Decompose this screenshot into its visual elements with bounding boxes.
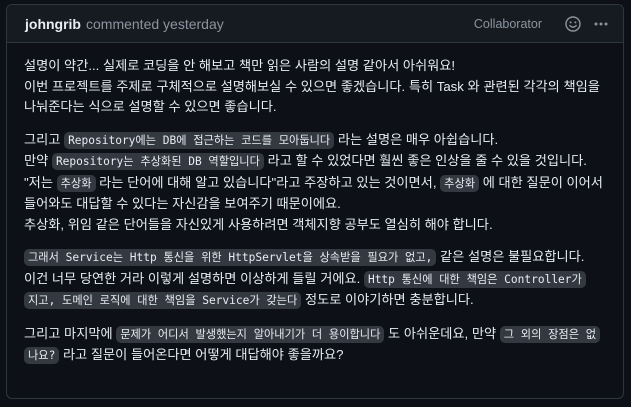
comment-body: 설명이 약간... 실제로 코딩을 안 해보고 책만 읽은 사람의 설명 같아서… [7, 43, 623, 367]
comment-header: johngrib commented yesterday Collaborato… [7, 5, 623, 43]
kebab-horizontal-icon [594, 22, 608, 25]
text-span: 라는 단어에 대해 알고 있습니다"라고 주장하고 있는 것이면서, [95, 174, 441, 190]
text-line: 이건 너무 당연한 거라 이렇게 설명하면 이상하게 들릴 거에요. Http … [24, 269, 606, 291]
paragraph-1: 설명이 약간... 실제로 코딩을 안 해보고 책만 읽은 사람의 설명 같아서… [24, 56, 606, 118]
inline-code: 추상화 [56, 174, 96, 192]
text-span: "저는 [24, 174, 57, 190]
text-line: 그리고 마지막에 문제가 어디서 발생했는지 알아내기가 더 용이합니다 도 아… [24, 324, 606, 346]
paragraph-4: 그리고 마지막에 문제가 어디서 발생했는지 알아내기가 더 용이합니다 도 아… [24, 324, 606, 367]
paragraph-3: 그래서 Service는 Http 통신을 위한 HttpServlet을 상속… [24, 247, 606, 312]
add-reaction-button[interactable] [561, 12, 585, 36]
text-line: 나요? 라고 질문이 들어온다면 어떻게 대답해야 좋을까요? [24, 345, 606, 367]
text-span: 만약 [24, 153, 52, 168]
text-span: 이건 너무 당연한 거라 이렇게 설명하면 이상하게 들릴 거에요. [24, 270, 364, 286]
text-span: 같은 설명은 불필요합니다. [436, 249, 585, 264]
text-span: 라는 설명은 매우 아쉽습니다. [334, 131, 499, 147]
text-span: 에 대한 질문이 이어서 [479, 174, 603, 190]
inline-code: Repository는 추상화된 DB 역할입니다 [51, 153, 264, 170]
text-span: 라고 질문이 들어온다면 어떻게 대답해야 좋을까요? [59, 347, 344, 362]
text-span: 도 아쉬운데요, 만약 [384, 325, 500, 341]
paragraph-2: 그리고 Repository에는 DB에 접근하는 코드를 모아둡니다 라는 설… [24, 130, 606, 236]
author-link[interactable]: johngrib [25, 16, 81, 32]
inline-code: Repository에는 DB에 접근하는 코드를 모아둡니다 [64, 131, 335, 149]
inline-code: Http 통신에 대한 책임은 Controller가 [363, 270, 586, 288]
text-span: 그리고 [24, 131, 65, 147]
comment-options-button[interactable] [589, 12, 613, 36]
inline-code: 그 외의 장점은 없 [499, 325, 601, 343]
text-line: 나눠준다는 식으로 설명할 수 있으면 좋습니다. [24, 99, 277, 114]
text-line: 추상화, 위임 같은 단어들을 자신있게 사용하려면 객체지향 공부도 열심히 … [24, 216, 493, 232]
text-line: 이번 프로젝트를 주제로 구체적으로 설명해보실 수 있으면 좋겠습니다. 특히… [24, 78, 600, 94]
text-line: 만약 Repository는 추상화된 DB 역할입니다 라고 할 수 있었다면… [24, 151, 606, 173]
inline-code: 지고, 도메인 로직에 대한 책임을 Service가 갖는다 [24, 292, 302, 309]
text-span: 라고 할 수 있었다면 훨씬 좋은 인상을 줄 수 있을 것입니다. [263, 153, 587, 168]
text-line: 설명이 약간... 실제로 코딩을 안 해보고 책만 읽은 사람의 설명 같아서… [24, 58, 456, 73]
inline-code: 문제가 어디서 발생했는지 알아내기가 더 용이합니다 [116, 325, 385, 343]
text-line: 지고, 도메인 로직에 대한 책임을 Service가 갖는다 정도로 이야기하… [24, 290, 606, 312]
text-line: 들어와도 대답할 수 있다는 자신감을 보여주기 때문이에요. [24, 196, 341, 211]
text-line: "저는 추상화 라는 단어에 대해 알고 있습니다"라고 주장하고 있는 것이면… [24, 173, 606, 195]
inline-code: 추상화 [440, 174, 480, 192]
text-span: 그리고 마지막에 [24, 325, 117, 341]
text-span: 정도로 이야기하면 충분합니다. [301, 292, 474, 307]
text-line: 그래서 Service는 Http 통신을 위한 HttpServlet을 상속… [24, 247, 606, 269]
comment-card: johngrib commented yesterday Collaborato… [6, 4, 624, 399]
collaborator-badge: Collaborator [473, 16, 542, 31]
inline-code: 나요? [24, 347, 60, 364]
inline-code: 그래서 Service는 Http 통신을 위한 HttpServlet을 상속… [24, 249, 437, 266]
smiley-icon [565, 15, 581, 32]
text-line: 그리고 Repository에는 DB에 접근하는 코드를 모아둡니다 라는 설… [24, 130, 606, 152]
comment-timestamp[interactable]: commented yesterday [86, 16, 224, 32]
